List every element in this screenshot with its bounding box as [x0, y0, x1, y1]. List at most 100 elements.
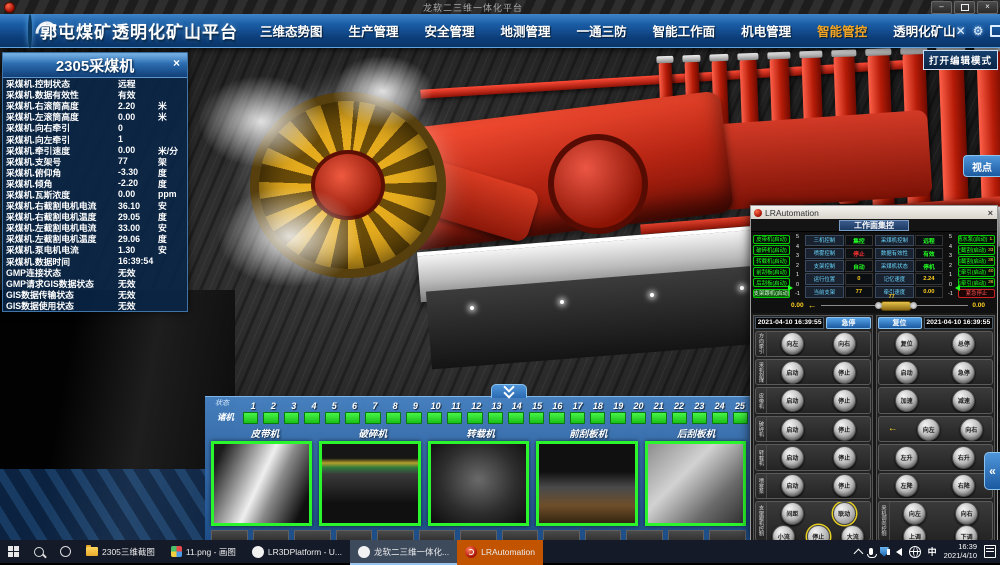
equipment-button[interactable]: 破碎机(启动): [753, 245, 790, 255]
channel-status-square[interactable]: [406, 412, 421, 424]
search-icon[interactable]: [26, 540, 52, 563]
channel-status-square[interactable]: [549, 412, 564, 424]
circle-button[interactable]: 向左: [917, 418, 940, 441]
right-panel-collapse-tab[interactable]: «: [984, 452, 1000, 490]
taskbar-app[interactable]: LR3DPlatform - U...: [244, 540, 350, 565]
camera-feed-1[interactable]: [211, 441, 312, 526]
circle-button[interactable]: 右降: [952, 474, 975, 497]
equipment-button[interactable]: 皮带机(启动): [753, 235, 790, 245]
circle-button[interactable]: 停止: [833, 474, 856, 497]
reset-button[interactable]: 复位: [878, 317, 922, 329]
channel-status-square[interactable]: [427, 412, 442, 424]
nav-item-1[interactable]: 三维态势图: [260, 21, 323, 40]
circle-button[interactable]: 向左: [781, 332, 804, 355]
clock[interactable]: 16:39 2021/4/10: [944, 543, 977, 560]
microphone-icon[interactable]: [869, 548, 873, 555]
nav-item-4[interactable]: 地测管理: [501, 21, 551, 40]
nav-item-9[interactable]: 透明化矿山: [893, 21, 956, 40]
circle-button[interactable]: 停止: [833, 361, 856, 384]
circle-button[interactable]: 向右: [960, 418, 983, 441]
channel-status-square[interactable]: [325, 412, 340, 424]
channel-status-square[interactable]: [631, 412, 646, 424]
circle-button[interactable]: 向右: [833, 332, 856, 355]
shearer-marker[interactable]: [880, 301, 912, 311]
channel-status-square[interactable]: [712, 412, 727, 424]
panel-close-icon[interactable]: ×: [169, 56, 184, 71]
slider-track[interactable]: 77: [821, 305, 969, 306]
circle-button[interactable]: 启动: [781, 389, 804, 412]
viewpoint-tab[interactable]: 视点: [963, 155, 1000, 177]
circle-button[interactable]: 向左: [903, 502, 926, 525]
collapse-camera-bar-button[interactable]: [491, 384, 527, 398]
channel-status-square[interactable]: [386, 412, 401, 424]
nav-item-2[interactable]: 生产管理: [349, 21, 399, 40]
start-button[interactable]: [0, 540, 26, 563]
camera-feed-4[interactable]: [536, 441, 637, 526]
speaker-icon[interactable]: [896, 548, 902, 556]
motor-button[interactable]: 清水泵(启动)1.3: [958, 235, 995, 245]
channel-status-square[interactable]: [263, 412, 278, 424]
tools-icon[interactable]: ✕: [956, 25, 966, 37]
camera-feed-2[interactable]: [319, 441, 420, 526]
nav-item-8[interactable]: 智能管控: [817, 21, 867, 40]
circle-button[interactable]: 启动: [781, 446, 804, 469]
channel-status-square[interactable]: [651, 412, 666, 424]
circle-button[interactable]: 间距: [781, 502, 804, 525]
circle-button[interactable]: 联动: [833, 502, 856, 525]
equipment-button[interactable]: 转载机(启动): [753, 256, 790, 266]
nav-item-6[interactable]: 智能工作面: [653, 21, 716, 40]
camera-feed-3[interactable]: [428, 441, 529, 526]
lr-titlebar[interactable]: LRAutomation ×: [751, 206, 997, 219]
motor-button[interactable]: 左截割(启动)33.0: [958, 245, 995, 255]
circle-button[interactable]: 急停: [952, 361, 975, 384]
circle-button[interactable]: 启动: [895, 361, 918, 384]
circle-button[interactable]: 启动: [781, 418, 804, 441]
motor-button[interactable]: 左牵引(启动)40.1: [958, 267, 995, 277]
circle-button[interactable]: 启动: [781, 474, 804, 497]
channel-status-square[interactable]: [365, 412, 380, 424]
circle-button[interactable]: 减速: [952, 389, 975, 412]
motor-button[interactable]: 右牵引(启动)38.1: [958, 278, 995, 288]
channel-status-square[interactable]: [610, 412, 625, 424]
circle-button[interactable]: 向右: [955, 502, 978, 525]
circle-button[interactable]: 上调: [903, 525, 926, 541]
channel-status-square[interactable]: [672, 412, 687, 424]
circle-button[interactable]: 小流: [772, 525, 795, 541]
taskbar-app[interactable]: LRAutomation: [457, 540, 543, 565]
minimize-button[interactable]: –: [931, 1, 952, 14]
circle-button[interactable]: 启动: [781, 361, 804, 384]
channel-status-square[interactable]: [692, 412, 707, 424]
channel-status-square[interactable]: [488, 412, 503, 424]
estop-button[interactable]: 急停: [826, 317, 870, 329]
circle-button[interactable]: 加速: [895, 389, 918, 412]
channel-status-square[interactable]: [733, 412, 748, 424]
channel-status-square[interactable]: [570, 412, 585, 424]
channel-status-square[interactable]: [447, 412, 462, 424]
channel-status-square[interactable]: [345, 412, 360, 424]
tab-workface-control[interactable]: 工作面集控: [839, 220, 909, 231]
taskbar-app[interactable]: 2305三维截图: [78, 540, 163, 565]
channel-status-square[interactable]: [284, 412, 299, 424]
camera-feed-5[interactable]: [645, 441, 746, 526]
lr-close-icon[interactable]: ×: [988, 208, 993, 218]
network-icon[interactable]: [909, 546, 921, 558]
circle-button[interactable]: 复位: [895, 332, 918, 355]
ime-indicator[interactable]: 中: [928, 545, 937, 558]
channel-status-square[interactable]: [529, 412, 544, 424]
gear-icon[interactable]: ⚙: [973, 25, 984, 37]
channel-status-square[interactable]: [243, 412, 258, 424]
equipment-button[interactable]: 支架跟机(启动): [753, 289, 790, 299]
nav-item-3[interactable]: 安全管理: [425, 21, 475, 40]
circle-button[interactable]: 停止: [807, 525, 830, 541]
motor-button[interactable]: 紧急停止: [958, 289, 995, 299]
taskbar-app[interactable]: 11.png - 画图: [163, 540, 244, 565]
channel-status-square[interactable]: [590, 412, 605, 424]
channel-status-square[interactable]: [467, 412, 482, 424]
circle-button[interactable]: 下调: [955, 525, 978, 541]
task-view-icon[interactable]: [52, 540, 78, 563]
fullscreen-icon[interactable]: [990, 25, 1000, 37]
circle-button[interactable]: 停止: [833, 446, 856, 469]
channel-status-square[interactable]: [304, 412, 319, 424]
open-edit-mode-button[interactable]: 打开编辑模式: [923, 50, 998, 70]
circle-button[interactable]: 总停: [952, 332, 975, 355]
